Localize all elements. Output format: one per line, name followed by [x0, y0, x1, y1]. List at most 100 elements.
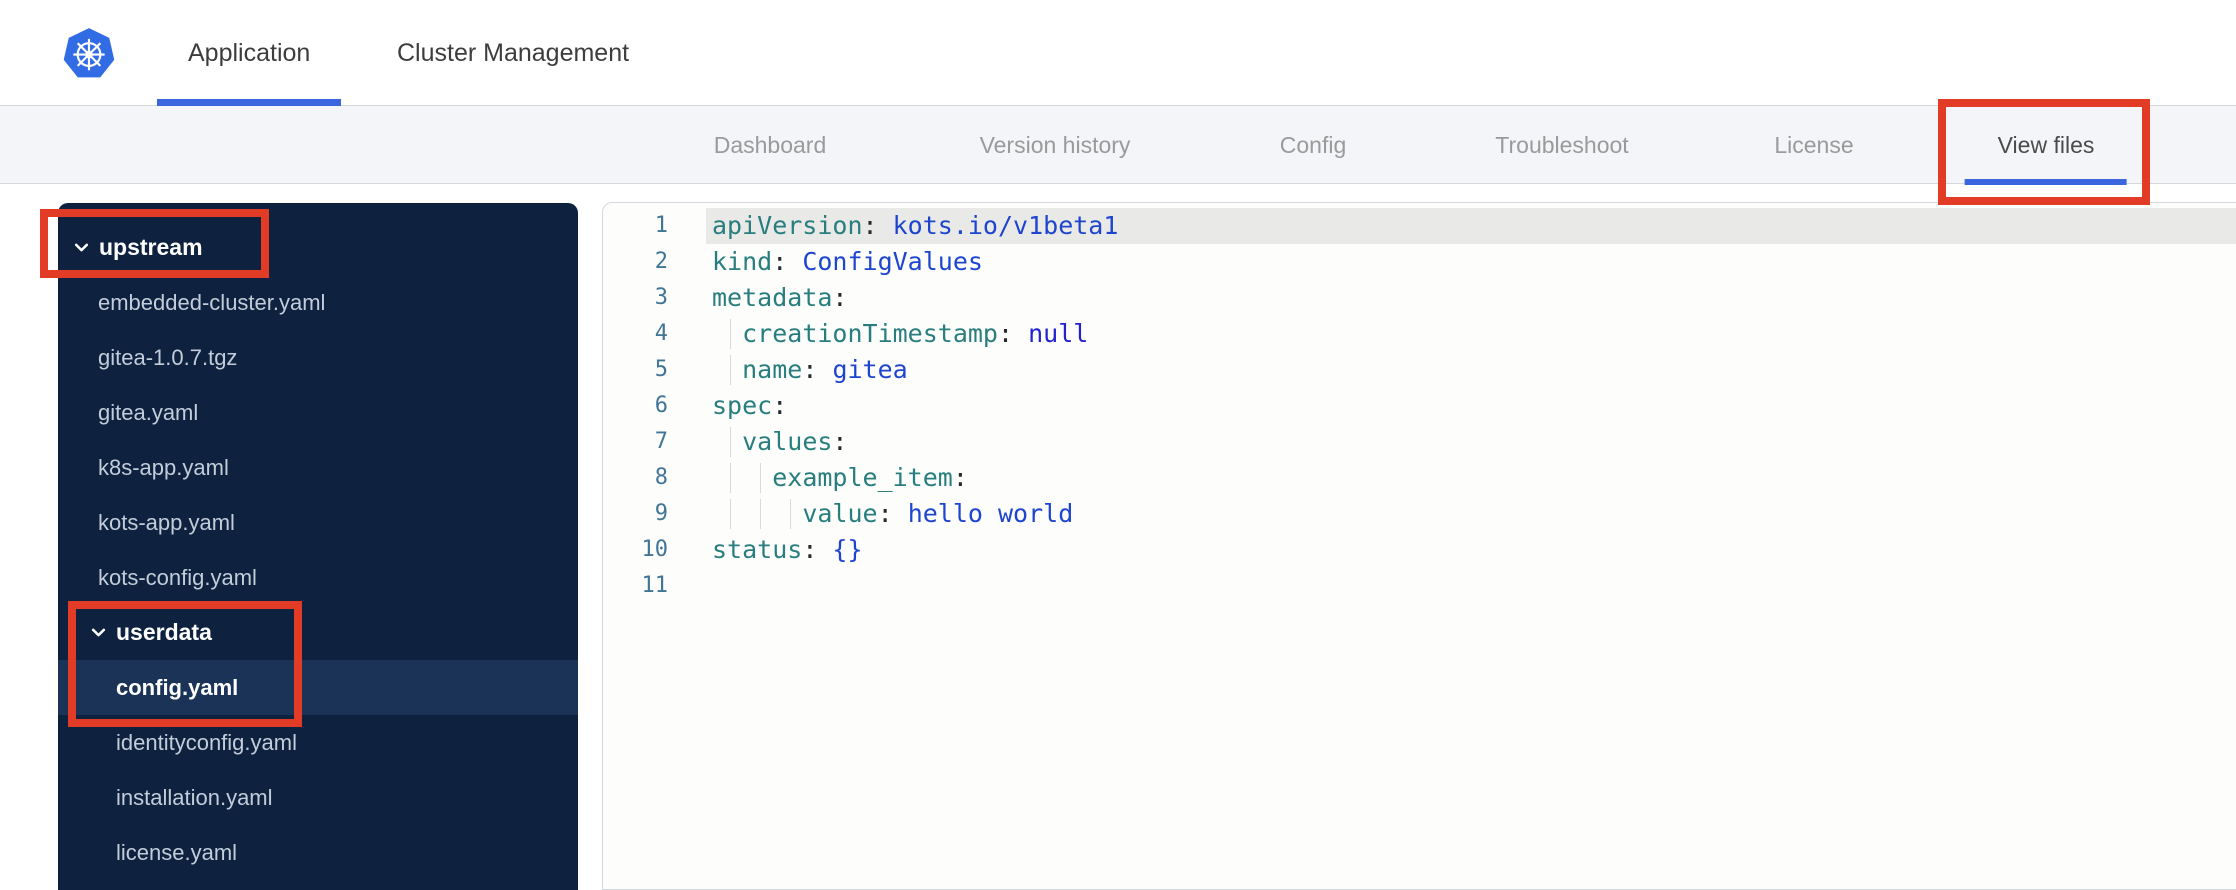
kubernetes-logo-icon: [63, 28, 115, 78]
chevron-down-icon[interactable]: [73, 239, 90, 256]
code-line-7: 7 values:: [603, 424, 2236, 460]
tree-file-gitea-yaml[interactable]: gitea.yaml: [58, 385, 578, 440]
tree-item-label: gitea-1.0.7.tgz: [98, 344, 238, 370]
tree-file-installation-yaml[interactable]: installation.yaml: [58, 770, 578, 825]
code-line-content: creationTimestamp: null: [706, 316, 2236, 352]
app-subnav: Dashboard Version history Config Troublesho…: [0, 106, 2236, 185]
token-key: kind: [712, 247, 773, 276]
token-key: name: [742, 355, 803, 384]
tree-file-k8s-app-yaml[interactable]: k8s-app.yaml: [58, 440, 578, 495]
token-punct: :: [802, 355, 833, 384]
tree-item-label: gitea.yaml: [98, 399, 199, 425]
code-line-content: [706, 568, 2236, 604]
token-punct: :: [772, 391, 788, 420]
token-val: {}: [832, 535, 863, 564]
code-line-1: 1 apiVersion: kots.io/v1beta1: [603, 208, 2236, 244]
tree-file-kots-app-yaml[interactable]: kots-app.yaml: [58, 495, 578, 550]
code-line-content: status: {}: [706, 532, 2236, 568]
token-key: creationTimestamp: [742, 319, 998, 348]
token-punct: :: [877, 499, 908, 528]
tree-item-label: kots-app.yaml: [98, 509, 235, 535]
code-line-content: values:: [706, 424, 2236, 460]
subnav-tab-view-files[interactable]: View files: [1964, 106, 2127, 185]
token-key: example_item: [772, 463, 953, 492]
indent-guide: [730, 463, 731, 493]
tree-file-embedded-cluster-yaml[interactable]: embedded-cluster.yaml: [58, 275, 578, 330]
token-punct: :: [802, 535, 833, 564]
tree-item-label: license.yaml: [116, 839, 238, 865]
subnav-tab-label: View files: [1997, 131, 2095, 158]
line-number: 3: [654, 285, 668, 310]
tree-file-identityconfig-yaml[interactable]: identityconfig.yaml: [58, 715, 578, 770]
line-number: 2: [654, 249, 668, 274]
file-content-editor[interactable]: 1 apiVersion: kots.io/v1beta1 2 kind: Confi…: [602, 202, 2236, 890]
subnav-tab-label: Troubleshoot: [1495, 131, 1629, 158]
line-number: 7: [654, 429, 668, 454]
token-punct: :: [997, 319, 1029, 348]
token-sp: [712, 355, 742, 384]
token-key: apiVersion: [712, 211, 863, 240]
tree-item-label: identityconfig.yaml: [116, 729, 297, 755]
line-number: 8: [654, 465, 668, 490]
subnav-tab-label: License: [1774, 131, 1854, 158]
indent-guide: [760, 463, 761, 493]
tree-file-license-yaml[interactable]: license.yaml: [58, 825, 578, 880]
code-line-content: kind: ConfigValues: [706, 244, 2236, 280]
header-tab-label: Application: [188, 38, 311, 67]
indent-guide: [730, 427, 731, 457]
tree-file-gitea-1-0-7-tgz[interactable]: gitea-1.0.7.tgz: [58, 330, 578, 385]
app-header: Application Cluster Management: [0, 0, 2236, 106]
tree-item-label: embedded-cluster.yaml: [98, 289, 326, 315]
token-val: hello world: [907, 499, 1074, 528]
subnav-tab-label: Config: [1279, 131, 1347, 158]
token-punct: :: [832, 283, 848, 312]
line-number: 6: [654, 393, 668, 418]
code-line-9: 9 value: hello world: [603, 496, 2236, 532]
tree-item-label: installation.yaml: [116, 784, 273, 810]
tree-folder-userdata[interactable]: userdata: [58, 605, 578, 660]
token-key: values: [742, 427, 833, 456]
subnav-tab-version-history[interactable]: Version history: [980, 106, 1131, 184]
token-key: value: [802, 499, 878, 528]
tree-item-label: k8s-app.yaml: [98, 454, 229, 480]
code-line-content: name: gitea: [706, 352, 2236, 388]
tree-file-config-yaml[interactable]: config.yaml: [58, 660, 578, 715]
code-line-content: spec:: [706, 388, 2236, 424]
line-number: 11: [641, 573, 669, 598]
token-key: status: [712, 535, 803, 564]
active-tab-underline: [1964, 179, 2127, 185]
code-lines: 1 apiVersion: kots.io/v1beta1 2 kind: Confi…: [603, 208, 2236, 604]
header-tab-application[interactable]: Application: [157, 0, 342, 106]
file-tree-sidebar: upstream embedded-cluster.yaml gitea-1.0.7…: [58, 203, 578, 890]
indent-guide: [730, 355, 731, 385]
code-line-5: 5 name: gitea: [603, 352, 2236, 388]
tree-file-kots-config-yaml[interactable]: kots-config.yaml: [58, 550, 578, 605]
subnav-tab-dashboard[interactable]: Dashboard: [714, 106, 827, 184]
token-sp: [712, 499, 802, 528]
subnav-tab-label: Version history: [979, 131, 1131, 158]
token-key: spec: [712, 391, 773, 420]
token-val: gitea: [832, 355, 908, 384]
token-punct: :: [862, 211, 893, 240]
code-line-2: 2 kind: ConfigValues: [603, 244, 2236, 280]
tree-folder-upstream[interactable]: upstream: [58, 220, 578, 275]
subnav-tab-troubleshoot[interactable]: Troubleshoot: [1495, 106, 1628, 184]
line-number: 4: [654, 321, 668, 346]
subnav-tab-config[interactable]: Config: [1280, 106, 1346, 184]
token-sp: [712, 319, 742, 348]
indent-guide: [730, 319, 731, 349]
subnav-tab-license[interactable]: License: [1774, 106, 1853, 184]
chevron-down-icon[interactable]: [90, 624, 107, 641]
code-line-6: 6 spec:: [603, 388, 2236, 424]
indent-guide: [760, 499, 761, 529]
code-line-content: value: hello world: [706, 496, 2236, 532]
kots-admin-console: Application Cluster Management Dashboard V…: [0, 0, 2236, 890]
token-sp: [712, 463, 772, 492]
indent-guide: [790, 499, 791, 529]
header-tab-cluster-management[interactable]: Cluster Management: [397, 0, 629, 106]
tree-item-label: kots-config.yaml: [98, 564, 257, 590]
code-line-11: 11: [603, 568, 2236, 604]
code-line-8: 8 example_item:: [603, 460, 2236, 496]
code-line-content: metadata:: [706, 280, 2236, 316]
line-number: 1: [654, 213, 668, 238]
